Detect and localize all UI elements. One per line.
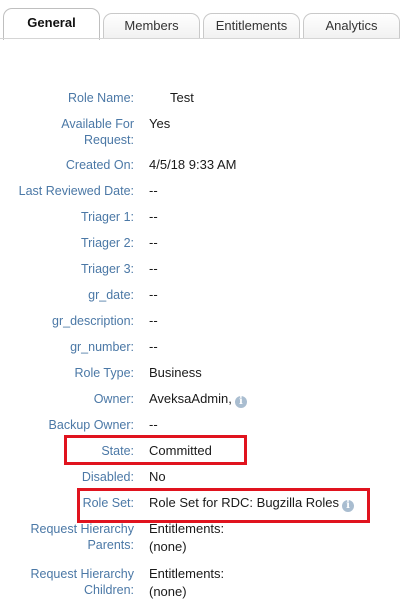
- field-value: --: [149, 313, 158, 328]
- highlight-box-role-set: [77, 488, 370, 523]
- field-label: gr_date:: [88, 288, 134, 302]
- tab-divider: [0, 38, 400, 39]
- info-icon[interactable]: i: [234, 396, 247, 408]
- field-value: --: [149, 287, 158, 302]
- field-value: (none): [149, 539, 187, 554]
- field-label: Created On:: [65, 158, 134, 172]
- owner-link[interactable]: AveksaAdmin,: [149, 391, 232, 406]
- field-label: Triager 2:: [80, 236, 134, 250]
- field-value: Yes: [149, 116, 171, 131]
- tab-entitlements[interactable]: Entitlements: [203, 13, 300, 38]
- field-value: Test: [170, 90, 194, 105]
- field-label: Available For Request:: [61, 117, 134, 147]
- field-value: Business: [149, 365, 202, 380]
- field-label: Request Hierarchy Children:: [30, 567, 134, 597]
- tab-members[interactable]: Members: [103, 13, 200, 38]
- field-value: --: [149, 235, 158, 250]
- field-value: --: [149, 261, 158, 276]
- field-value: --: [149, 417, 158, 432]
- field-value: 4/5/18 9:33 AM: [149, 157, 237, 172]
- highlight-box-state: [64, 435, 247, 465]
- field-value: --: [149, 339, 158, 354]
- field-value: No: [149, 469, 166, 484]
- tab-analytics[interactable]: Analytics: [303, 13, 400, 38]
- tab-general[interactable]: General: [3, 8, 100, 40]
- field-value: --: [149, 209, 158, 224]
- field-value: --: [149, 183, 158, 198]
- field-label: Request Hierarchy Parents:: [30, 522, 134, 552]
- field-label: gr_description:: [52, 314, 134, 328]
- field-label: Backup Owner:: [48, 418, 134, 432]
- field-label: Owner:: [93, 392, 134, 406]
- field-label: Triager 3:: [80, 262, 134, 276]
- field-label: Role Name:: [68, 91, 134, 105]
- field-value: (none): [149, 584, 187, 599]
- field-label: gr_number:: [70, 340, 134, 354]
- field-value: AveksaAdmin, i: [149, 391, 247, 408]
- field-value: Entitlements:: [149, 566, 225, 581]
- tab-bar: General Members Entitlements Analytics: [0, 0, 400, 40]
- field-label: Triager 1:: [80, 210, 134, 224]
- field-value: Entitlements:: [149, 521, 225, 536]
- field-label: Last Reviewed Date:: [18, 184, 134, 198]
- field-label: Role Type:: [74, 366, 134, 380]
- field-label: Disabled:: [81, 470, 134, 484]
